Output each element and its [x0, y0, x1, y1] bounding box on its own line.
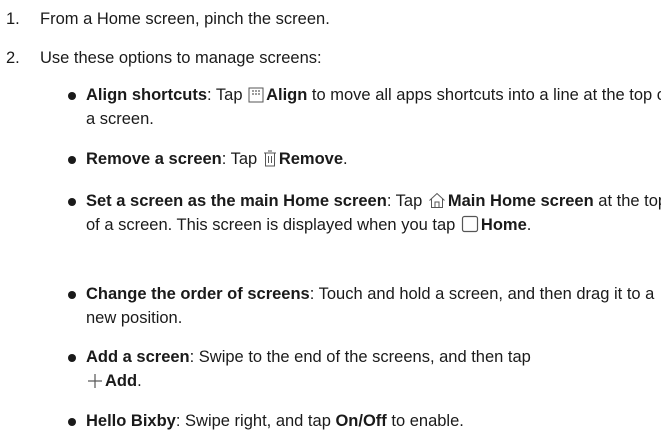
step-number: 1. — [6, 10, 20, 28]
add-label: Add — [105, 371, 138, 390]
bullet-title: Change the order of screens — [86, 285, 310, 303]
on-off-label: On/Off — [335, 412, 387, 430]
bullet-hello-bixby: Hello Bixby: Swipe right, and tap On/Off… — [62, 410, 661, 434]
bullet-dot — [68, 354, 76, 362]
bullet-text: : Tap — [221, 150, 262, 168]
step-number: 2. — [6, 49, 20, 67]
instructions-page: 1. From a Home screen, pinch the screen.… — [0, 0, 661, 436]
bullet-add-screen: Add a screen: Swipe to the end of the sc… — [62, 346, 661, 393]
bullet-text: . — [526, 215, 532, 234]
bullet-dot — [68, 418, 76, 426]
plus-icon — [87, 373, 103, 389]
bullet-remove-screen: Remove a screen: Tap Remove. — [62, 148, 661, 172]
main-home-label: Main Home screen — [447, 192, 594, 210]
bullet-dot — [68, 198, 76, 206]
bullet-text: : Swipe right, and tap — [175, 412, 336, 430]
bullet-title: Align shortcuts — [86, 86, 208, 104]
bullet-align-shortcuts: Align shortcuts: Tap Align to move all a… — [62, 84, 661, 131]
home-key-icon — [461, 215, 479, 233]
bullet-text: . — [343, 150, 348, 168]
bullet-text: . — [137, 371, 142, 390]
bullet-title: Add a screen — [86, 348, 190, 366]
bullet-change-order: Change the order of screens: Touch and h… — [62, 283, 661, 330]
bullet-title: Set a screen as the main Home screen — [86, 192, 387, 210]
home-label: Home — [480, 215, 527, 234]
bullet-dot — [68, 156, 76, 164]
bullet-text: : Tap — [207, 86, 248, 104]
step-2: 2. Use these options to manage screens: — [0, 47, 322, 69]
bullet-title: Hello Bixby — [86, 412, 176, 430]
remove-label: Remove — [278, 150, 344, 168]
home-icon — [428, 192, 446, 209]
bullet-dot — [68, 92, 76, 100]
trash-icon — [263, 150, 277, 167]
step-1: 1. From a Home screen, pinch the screen. — [0, 8, 330, 30]
bullet-title: Remove a screen — [86, 150, 222, 168]
grid-icon — [248, 87, 264, 103]
bullet-main-home-screen: Set a screen as the main Home screen: Ta… — [62, 190, 661, 237]
align-label: Align — [266, 86, 308, 104]
bullet-text: to enable. — [386, 412, 464, 430]
step-text: From a Home screen, pinch the screen. — [40, 10, 330, 28]
bullet-text: : Tap — [386, 192, 427, 210]
bullet-dot — [68, 291, 76, 299]
step-text: Use these options to manage screens: — [40, 49, 322, 67]
bullet-text: : Swipe to the end of the screens, and t… — [189, 348, 531, 366]
